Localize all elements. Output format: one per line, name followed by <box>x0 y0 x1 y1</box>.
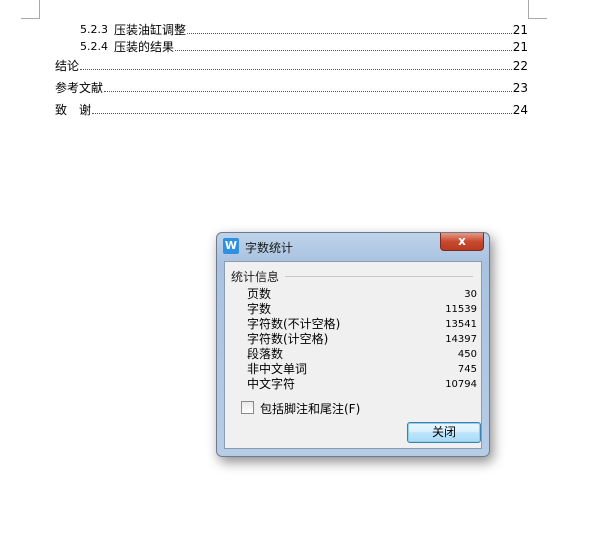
toc-title: 压装的结果 <box>114 40 175 54</box>
statistics-group-label: 统计信息 <box>231 268 284 285</box>
include-footnotes-checkbox[interactable] <box>241 401 254 414</box>
stat-row-non-chinese-words: 非中文单词 745 <box>247 362 477 376</box>
stat-value: 13541 <box>445 319 477 330</box>
word-count-dialog: W 字数统计 x 统计信息 页数 30 字数 11539 字符数(不计空格) 1… <box>216 232 490 457</box>
dialog-title: 字数统计 <box>245 241 294 255</box>
toc-entry[interactable]: 致 谢 24 <box>55 103 528 117</box>
toc-entry[interactable]: 参考文献 23 <box>55 81 528 95</box>
stat-row-chinese-chars: 中文字符 10794 <box>247 377 477 391</box>
toc-title: 结论 <box>55 59 80 73</box>
close-icon[interactable]: x <box>440 233 484 251</box>
stat-row-chars-with-spaces: 字符数(计空格) 14397 <box>247 332 477 346</box>
stat-value: 14397 <box>445 334 477 345</box>
toc-entry[interactable]: 结论 22 <box>55 59 528 73</box>
close-button[interactable]: 关闭 <box>407 422 481 443</box>
toc-leader-dots <box>92 112 512 114</box>
toc-leader-dots <box>187 32 512 34</box>
stat-label: 字符数(计空格) <box>247 332 329 346</box>
page-corner-mark-left <box>21 0 40 19</box>
stat-value: 11539 <box>445 304 477 315</box>
stat-row-paragraphs: 段落数 450 <box>247 347 477 361</box>
group-divider <box>285 276 473 277</box>
dialog-body: 统计信息 页数 30 字数 11539 字符数(不计空格) 13541 字符数(… <box>224 261 482 449</box>
toc-entry[interactable]: 5.2.3 压装油缸调整 21 <box>80 23 528 37</box>
dialog-titlebar[interactable]: W 字数统计 x <box>217 233 489 259</box>
toc-section-number: 5.2.4 <box>80 40 108 53</box>
stat-label: 页数 <box>247 287 272 301</box>
stat-label: 中文字符 <box>247 377 296 391</box>
stat-value: 745 <box>457 364 477 375</box>
toc-title: 参考文献 <box>55 81 104 95</box>
stat-value: 30 <box>464 289 477 300</box>
toc-page-number: 21 <box>512 40 528 54</box>
stat-row-pages: 页数 30 <box>247 287 477 301</box>
stat-value: 10794 <box>445 379 477 390</box>
toc-leader-dots <box>104 90 512 92</box>
stat-label: 字数 <box>247 302 272 316</box>
toc-entry[interactable]: 5.2.4 压装的结果 21 <box>80 40 528 54</box>
toc-page-number: 23 <box>512 81 528 95</box>
stat-label: 段落数 <box>247 347 284 361</box>
wps-app-icon: W <box>223 238 239 254</box>
stat-value: 450 <box>457 349 477 360</box>
toc-section-number: 5.2.3 <box>80 23 108 36</box>
toc-leader-dots <box>175 49 512 51</box>
toc-leader-dots <box>80 68 512 70</box>
include-footnotes-label[interactable]: 包括脚注和尾注(F) <box>260 400 360 417</box>
toc-title: 致 谢 <box>55 103 92 117</box>
stat-row-words: 字数 11539 <box>247 302 477 316</box>
stat-row-chars-no-spaces: 字符数(不计空格) 13541 <box>247 317 477 331</box>
stat-label: 非中文单词 <box>247 362 308 376</box>
toc-title: 压装油缸调整 <box>114 23 187 37</box>
stat-label: 字符数(不计空格) <box>247 317 341 331</box>
toc-page-number: 24 <box>512 103 528 117</box>
toc-page-number: 22 <box>512 59 528 73</box>
page-corner-mark-right <box>528 0 547 19</box>
toc-page-number: 21 <box>512 23 528 37</box>
